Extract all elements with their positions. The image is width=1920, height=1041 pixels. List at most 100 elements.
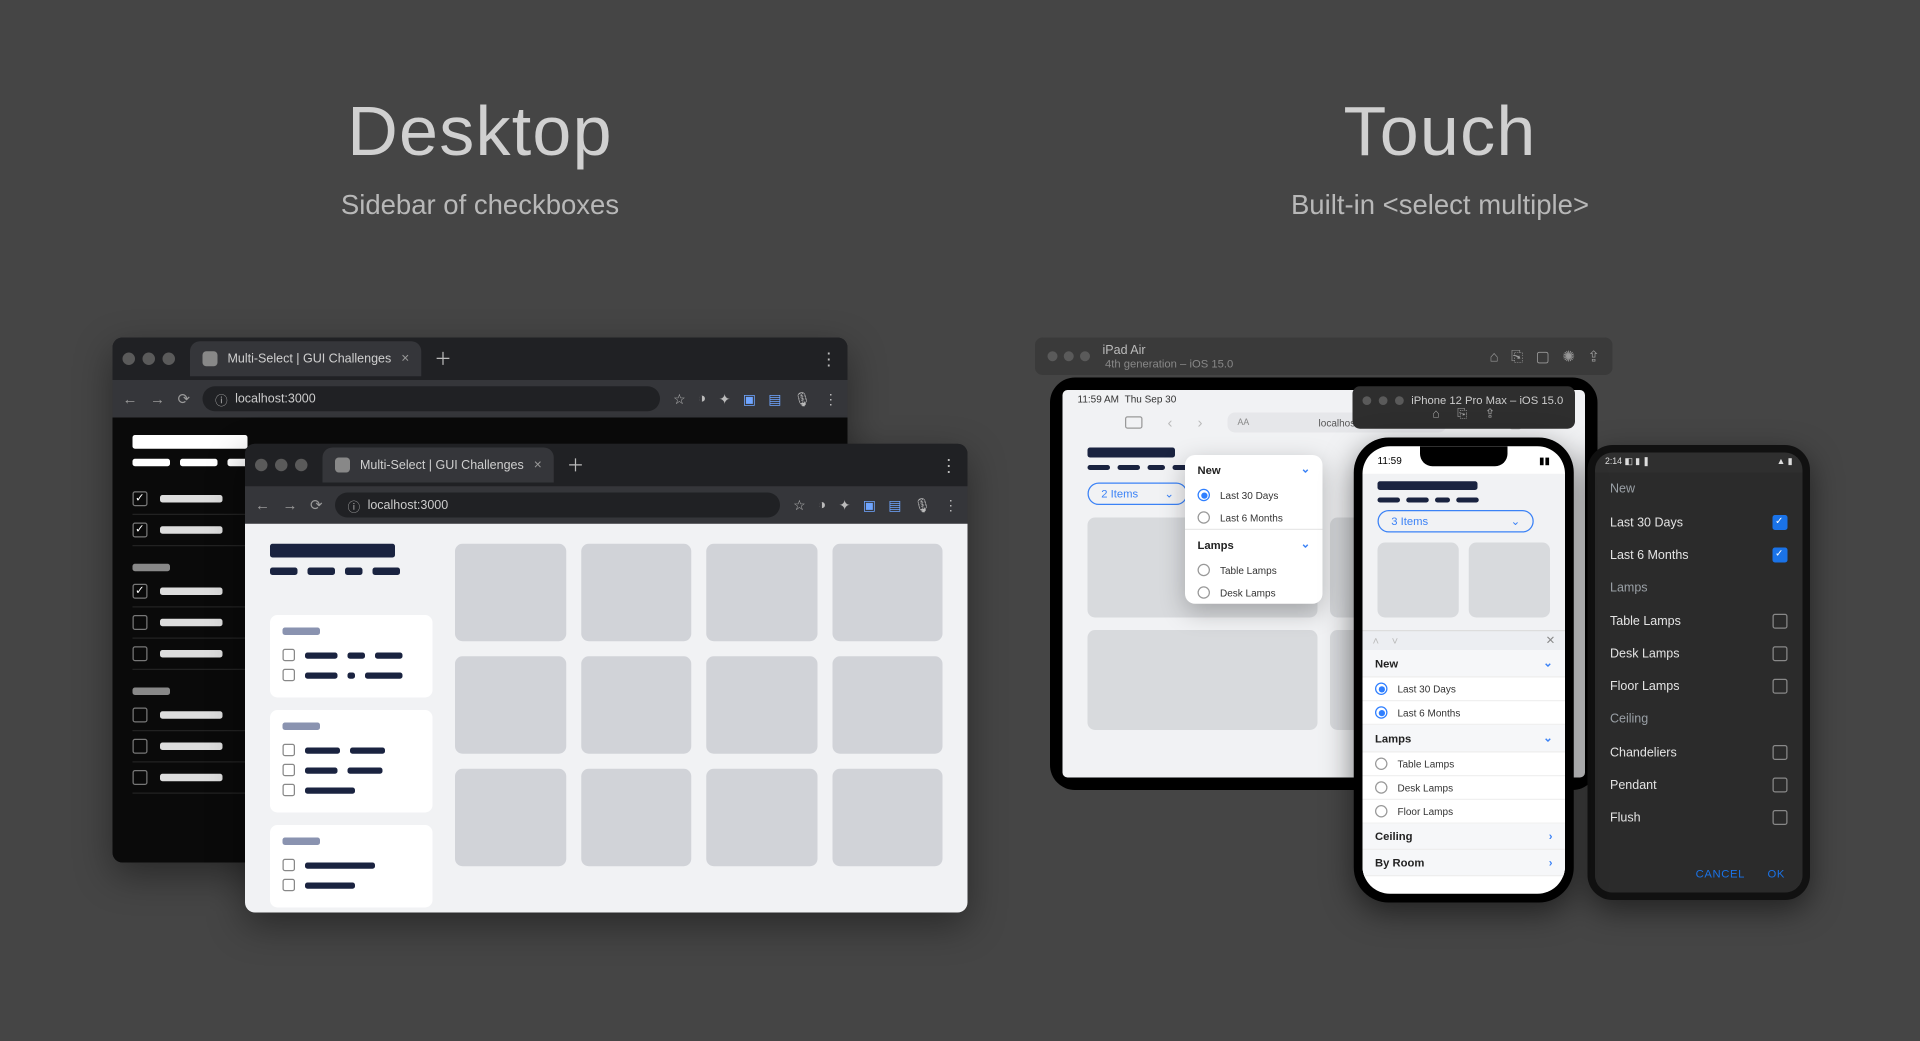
overflow-icon[interactable]: ⋮ xyxy=(944,497,958,513)
extension-icon[interactable]: ◑ xyxy=(818,498,826,513)
chevron-right-icon[interactable]: › xyxy=(1549,830,1553,843)
select-option[interactable]: Last 6 Months xyxy=(1363,701,1566,725)
checkbox[interactable] xyxy=(133,708,148,723)
home-icon[interactable]: ⌂ xyxy=(1432,408,1440,422)
checkbox[interactable] xyxy=(133,739,148,754)
chevron-down-icon[interactable]: ⌄ xyxy=(1301,463,1310,477)
result-card[interactable] xyxy=(832,544,943,642)
site-info-icon[interactable]: ⓘ xyxy=(215,389,228,408)
multiselect-summary-button[interactable]: 3 Items⌄ xyxy=(1378,510,1534,533)
checkbox[interactable] xyxy=(133,523,148,538)
select-option[interactable]: Floor Lamps xyxy=(1595,670,1803,703)
devtools-icon[interactable]: ▣ xyxy=(743,391,756,407)
forward-icon[interactable]: › xyxy=(1198,414,1203,432)
screenshot-icon[interactable]: ⎘ xyxy=(1511,347,1523,366)
new-tab-button[interactable]: ＋ xyxy=(567,453,585,478)
select-option[interactable]: Table Lamps xyxy=(1363,753,1566,777)
back-icon[interactable]: ← xyxy=(123,390,138,408)
new-tab-button[interactable]: ＋ xyxy=(434,346,452,371)
checkbox[interactable] xyxy=(133,584,148,599)
home-icon[interactable]: ⌂ xyxy=(1490,348,1499,366)
reload-icon[interactable]: ⟳ xyxy=(178,390,191,408)
close-tab-icon[interactable]: × xyxy=(534,458,542,473)
checkbox[interactable] xyxy=(283,784,296,797)
checkbox[interactable] xyxy=(133,770,148,785)
result-card[interactable] xyxy=(1469,543,1550,618)
result-card[interactable] xyxy=(832,656,943,754)
cancel-button[interactable]: CANCEL xyxy=(1696,868,1745,881)
browser-tab[interactable]: Multi-Select | GUI Challenges × xyxy=(190,341,422,376)
select-option[interactable]: Pendant xyxy=(1595,769,1803,802)
result-card[interactable] xyxy=(455,544,566,642)
window-controls[interactable] xyxy=(123,353,176,366)
select-option[interactable]: Desk Lamps xyxy=(1595,638,1803,671)
select-option[interactable]: Last 6 Months xyxy=(1185,506,1323,529)
chevron-down-icon[interactable]: ⌄ xyxy=(1543,656,1552,670)
screenshot-icon[interactable]: ⎘ xyxy=(1457,408,1467,422)
window-controls[interactable] xyxy=(255,459,308,472)
back-icon[interactable]: ‹ xyxy=(1168,414,1173,432)
result-card[interactable] xyxy=(706,544,817,642)
select-option[interactable]: Table Lamps xyxy=(1185,559,1323,582)
reload-icon[interactable]: ⟳ xyxy=(310,496,323,514)
checkbox[interactable] xyxy=(283,649,296,662)
select-option[interactable]: Last 30 Days xyxy=(1363,678,1566,702)
select-option[interactable]: Floor Lamps xyxy=(1363,800,1566,824)
prev-field-icon[interactable]: ˄ xyxy=(1373,634,1380,647)
select-option[interactable]: Table Lamps xyxy=(1595,605,1803,638)
select-option[interactable]: Last 30 Days xyxy=(1595,506,1803,539)
checkbox[interactable] xyxy=(283,859,296,872)
address-bar[interactable]: ⓘ localhost:3000 xyxy=(203,386,661,411)
checkbox[interactable] xyxy=(283,879,296,892)
bookmark-icon[interactable]: ☆ xyxy=(673,391,685,407)
result-card[interactable] xyxy=(706,656,817,754)
overflow-icon[interactable]: ⋮ xyxy=(824,391,838,407)
address-bar[interactable]: ⓘ localhost:3000 xyxy=(335,493,781,518)
bookmark-icon[interactable]: ☆ xyxy=(793,497,805,513)
forward-icon[interactable]: → xyxy=(150,390,165,408)
mic-icon[interactable]: 🎙 xyxy=(794,391,811,407)
close-tab-icon[interactable]: × xyxy=(401,351,409,366)
browser-menu-icon[interactable]: ⋮ xyxy=(820,348,838,369)
dismiss-keyboard-icon[interactable]: ✕ xyxy=(1546,634,1555,648)
devtools-icon[interactable]: ▣ xyxy=(863,497,876,513)
result-card[interactable] xyxy=(581,769,692,867)
result-card[interactable] xyxy=(455,769,566,867)
safari-sidebar-button[interactable] xyxy=(1125,416,1143,429)
ok-button[interactable]: OK xyxy=(1767,868,1785,881)
rotate-icon[interactable]: ▢ xyxy=(1536,348,1550,366)
checkbox[interactable] xyxy=(283,669,296,682)
share-icon[interactable]: ⇪ xyxy=(1587,348,1600,366)
result-card[interactable] xyxy=(581,544,692,642)
devtools-icon-2[interactable]: ▤ xyxy=(888,497,901,513)
multiselect-summary-button[interactable]: 2 Items⌄ xyxy=(1088,483,1188,506)
result-card[interactable] xyxy=(706,769,817,867)
select-option[interactable]: Desk Lamps xyxy=(1185,581,1323,604)
browser-menu-icon[interactable]: ⋮ xyxy=(940,454,958,475)
result-card[interactable] xyxy=(1088,630,1318,730)
select-option[interactable]: Flush xyxy=(1595,801,1803,834)
site-info-icon[interactable]: ⓘ xyxy=(348,496,361,515)
select-option[interactable]: Last 6 Months xyxy=(1595,539,1803,572)
select-option[interactable]: Chandeliers xyxy=(1595,736,1803,769)
devtools-icon-2[interactable]: ▤ xyxy=(768,391,781,407)
checkbox[interactable] xyxy=(133,491,148,506)
back-icon[interactable]: ← xyxy=(255,496,270,514)
browser-tab[interactable]: Multi-Select | GUI Challenges × xyxy=(323,448,555,483)
result-card[interactable] xyxy=(455,656,566,754)
forward-icon[interactable]: → xyxy=(283,496,298,514)
puzzle-icon[interactable]: ✦ xyxy=(839,497,851,513)
next-field-icon[interactable]: ˅ xyxy=(1392,634,1399,647)
result-card[interactable] xyxy=(1378,543,1459,618)
chevron-right-icon[interactable]: › xyxy=(1549,856,1553,869)
chevron-down-icon[interactable]: ⌄ xyxy=(1543,731,1552,745)
checkbox[interactable] xyxy=(133,646,148,661)
result-card[interactable] xyxy=(832,769,943,867)
result-card[interactable] xyxy=(581,656,692,754)
mic-icon[interactable]: 🎙 xyxy=(914,497,931,513)
checkbox[interactable] xyxy=(283,744,296,757)
checkbox[interactable] xyxy=(133,615,148,630)
select-option[interactable]: Desk Lamps xyxy=(1363,776,1566,800)
puzzle-icon[interactable]: ✦ xyxy=(719,391,731,407)
extension-icon[interactable]: ◑ xyxy=(698,391,706,406)
